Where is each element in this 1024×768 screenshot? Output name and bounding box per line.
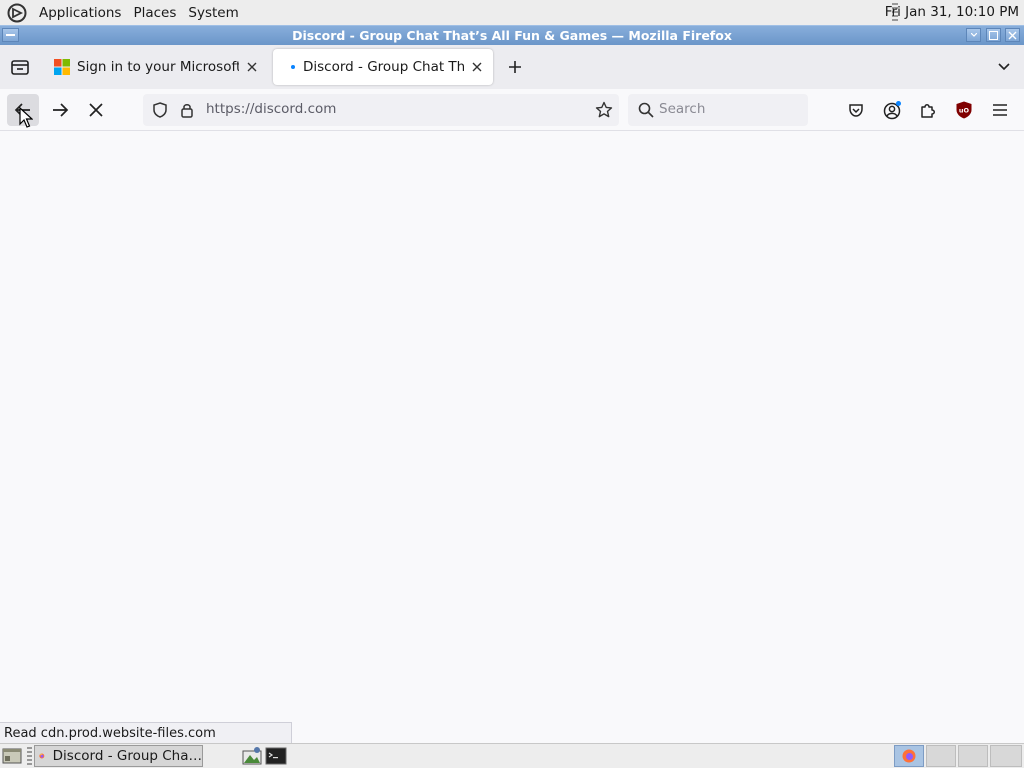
search-bar[interactable]: Search xyxy=(628,94,808,126)
tab-label: Discord - Group Chat That’s All Fun & Ga… xyxy=(303,59,464,75)
search-icon xyxy=(638,102,654,118)
status-panel: Read cdn.prod.website-files.com xyxy=(0,722,292,743)
hamburger-menu-icon[interactable] xyxy=(990,100,1010,120)
ublock-origin-icon[interactable]: uO xyxy=(954,100,974,120)
forward-button[interactable] xyxy=(44,94,76,126)
tab-discord[interactable]: Discord - Group Chat That’s All Fun & Ga… xyxy=(273,49,493,85)
pocket-icon[interactable] xyxy=(846,100,866,120)
workspace-4[interactable] xyxy=(990,745,1022,767)
tab-label: Sign in to your Microsoft account xyxy=(77,59,239,75)
distro-logo-icon[interactable] xyxy=(7,3,27,23)
bottom-panel: Discord - Group Cha… xyxy=(0,743,1024,768)
page-content[interactable] xyxy=(0,131,1024,743)
minimize-button[interactable] xyxy=(966,28,981,42)
show-desktop-icon[interactable] xyxy=(2,747,22,765)
microsoft-logo-icon xyxy=(54,59,70,75)
places-menu[interactable]: Places xyxy=(127,5,182,21)
bookmark-star-icon[interactable] xyxy=(595,101,613,119)
terminal-launcher-icon[interactable] xyxy=(265,747,287,765)
account-icon[interactable] xyxy=(882,100,902,120)
window-titlebar[interactable]: Discord - Group Chat That’s All Fun & Ga… xyxy=(0,25,1024,45)
tab-strip: Sign in to your Microsoft account Discor… xyxy=(0,45,1024,89)
tab-microsoft-signin[interactable]: Sign in to your Microsoft account xyxy=(44,49,268,85)
mouse-cursor-icon xyxy=(19,107,33,128)
maximize-button[interactable] xyxy=(986,28,1001,42)
taskbar-item-firefox[interactable]: Discord - Group Cha… xyxy=(34,745,203,767)
close-tab-icon[interactable] xyxy=(470,60,484,74)
stop-loading-button[interactable] xyxy=(80,94,112,126)
close-tab-icon[interactable] xyxy=(245,60,259,74)
new-tab-icon[interactable] xyxy=(505,57,525,77)
top-panel: Applications Places System Fri Jan 31, 1… xyxy=(0,0,1024,25)
arrow-right-icon xyxy=(53,103,69,117)
taskbar-item-label: Discord - Group Cha… xyxy=(52,748,202,764)
workspace-3[interactable] xyxy=(958,745,988,767)
close-window-button[interactable] xyxy=(1005,28,1020,42)
search-placeholder: Search xyxy=(659,101,706,117)
close-icon xyxy=(89,103,103,117)
url-text[interactable]: https://discord.com xyxy=(206,101,336,117)
svg-text:uO: uO xyxy=(959,107,970,115)
system-menu[interactable]: System xyxy=(182,5,244,21)
firefox-view-icon[interactable] xyxy=(8,56,32,78)
extensions-puzzle-icon[interactable] xyxy=(918,100,938,120)
lock-icon[interactable] xyxy=(179,102,195,118)
workspace-2[interactable] xyxy=(926,745,956,767)
url-bar[interactable]: https://discord.com xyxy=(143,94,619,126)
applications-menu[interactable]: Applications xyxy=(33,5,127,21)
clock[interactable]: Fri Jan 31, 10:10 PM xyxy=(885,4,1019,20)
tracking-protection-shield-icon[interactable] xyxy=(152,102,168,118)
firefox-icon xyxy=(39,753,45,759)
image-viewer-launcher-icon[interactable] xyxy=(241,746,263,766)
panel-grip xyxy=(27,747,32,765)
workspace-1[interactable] xyxy=(894,745,924,767)
window-title: Discord - Group Chat That’s All Fun & Ga… xyxy=(292,28,732,43)
chevron-down-icon[interactable] xyxy=(996,59,1012,75)
navigation-toolbar: https://discord.com Search uO xyxy=(0,89,1024,131)
loading-dot-icon xyxy=(291,65,295,69)
